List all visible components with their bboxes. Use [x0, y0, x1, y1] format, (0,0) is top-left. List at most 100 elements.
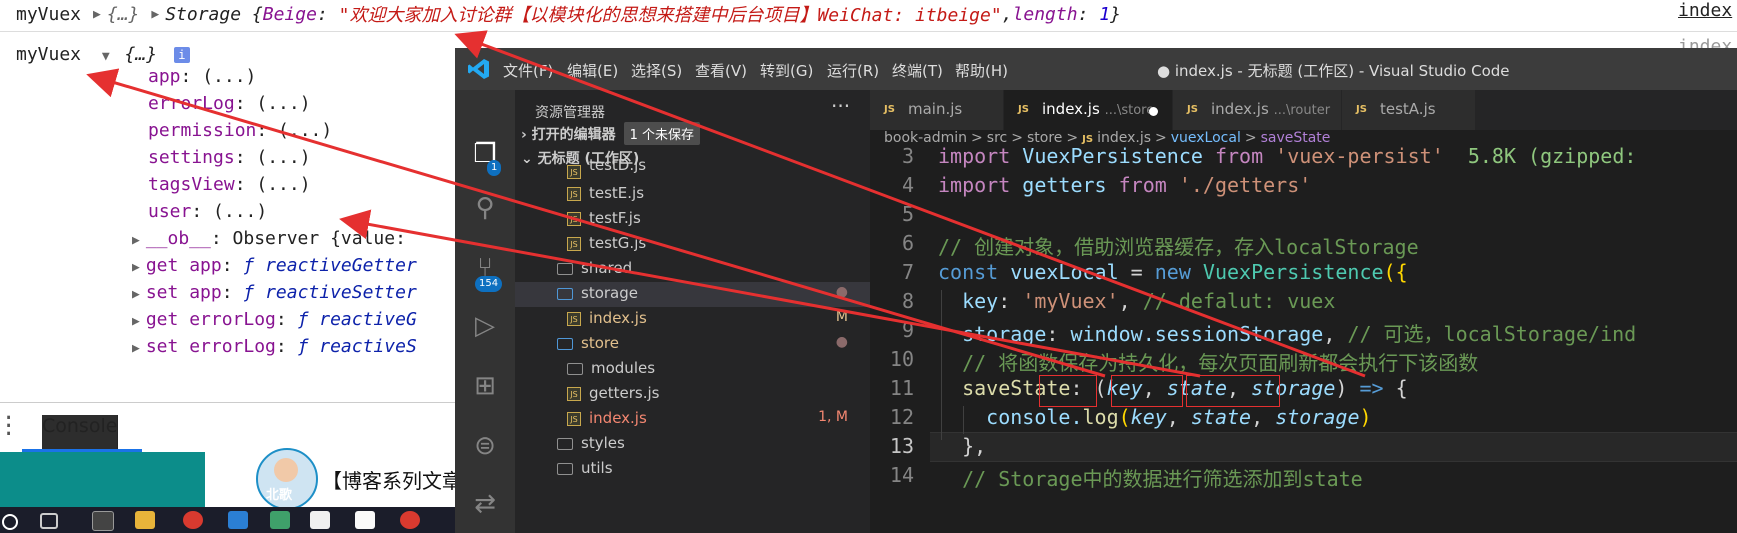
search-icon[interactable]	[2, 514, 18, 530]
comma: ,	[1001, 3, 1013, 25]
task-view-icon[interactable]	[40, 513, 58, 529]
tree-item[interactable]: modules	[515, 357, 870, 382]
extensions-icon[interactable]: ⊞	[471, 372, 499, 400]
object-prop[interactable]: permission: (...)	[148, 120, 332, 141]
vscode-taskbar-icon[interactable]	[228, 511, 248, 529]
object-subprop[interactable]: ▶ get app: ƒ reactiveGetter	[132, 255, 417, 276]
menu-edit[interactable]: 编辑(E)	[567, 60, 618, 81]
banner-text[interactable]: 【博客系列文章	[322, 465, 462, 494]
menu-terminal[interactable]: 终端(T)	[892, 60, 943, 81]
object-prop[interactable]: tagsView: (...)	[148, 174, 311, 195]
menu-help[interactable]: 帮助(H)	[955, 60, 1008, 81]
object-prop[interactable]: settings: (...)	[148, 147, 311, 168]
menu-run[interactable]: 运行(R)	[827, 60, 879, 81]
terminal-icon[interactable]	[92, 511, 114, 531]
drawer-menu-icon[interactable]: · · ·	[2, 408, 15, 446]
code-line[interactable]: import getters from './getters'	[938, 173, 1311, 197]
source-link[interactable]: index	[1678, 0, 1732, 21]
line-number: 10	[889, 347, 914, 371]
storage-label: Storage	[165, 3, 242, 25]
avatar[interactable]: 北歌	[256, 448, 318, 510]
activity-bar: ❐ 1 ⚲ ⑂ 154 ▷ ⊞ ⊜ ⇄	[455, 90, 515, 533]
open-editors-section[interactable]: › 打开的编辑器 1 个未保存	[521, 122, 701, 145]
app-icon[interactable]	[270, 511, 290, 529]
unsaved-dot-icon	[1149, 107, 1158, 116]
info-icon[interactable]: i	[173, 47, 190, 63]
line-number: 12	[889, 405, 914, 429]
unsaved-badge: 1 个未保存	[623, 122, 701, 145]
explorer-badge: 1	[487, 160, 502, 176]
object-subprop[interactable]: ▶ __ob__: Observer {value:	[132, 228, 406, 249]
tree-item[interactable]: styles	[515, 432, 870, 457]
tab-testa-js[interactable]: JS testA.js	[1342, 90, 1476, 130]
tree-item[interactable]: utils	[515, 457, 870, 482]
tab-index-js-router[interactable]: JS index.js ...\router	[1173, 90, 1342, 130]
tree-item[interactable]: JS index.js M	[515, 307, 870, 332]
code-line[interactable]: const vuexLocal = new VuexPersistence({	[938, 260, 1408, 284]
object-subprop[interactable]: ▶ set errorLog: ƒ reactiveS	[132, 336, 417, 357]
tree-item[interactable]: JS testE.js	[515, 182, 870, 207]
code-line[interactable]: import VuexPersistence from 'vuex-persis…	[938, 144, 1636, 168]
object-prop[interactable]: errorLog: (...)	[148, 93, 311, 114]
tree-item[interactable]: shared	[515, 257, 870, 282]
search-icon[interactable]: ⚲	[471, 194, 499, 222]
object-prop[interactable]: user: (...)	[148, 201, 267, 222]
tab-main-js[interactable]: JS main.js	[870, 90, 1004, 130]
length-value: 1	[1099, 3, 1111, 25]
run-debug-icon[interactable]: ▷	[471, 312, 499, 340]
line-number: 11	[889, 376, 914, 400]
tree-item[interactable]: JS testF.js	[515, 207, 870, 232]
object-subprop[interactable]: ▶ get errorLog: ƒ reactiveG	[132, 309, 417, 330]
log-name: myVuex	[16, 3, 82, 25]
code-line[interactable]: storage: window.sessionStorage, // 可选，lo…	[938, 318, 1636, 347]
menu-file[interactable]: 文件(F)	[503, 60, 553, 81]
menu-go[interactable]: 转到(G)	[760, 60, 813, 81]
expand-triangle-icon[interactable]: ▶	[151, 7, 159, 22]
avatar-text: 北歌	[266, 488, 293, 503]
expand-triangle-icon[interactable]: ▶	[93, 7, 101, 22]
notepad-icon[interactable]	[310, 511, 330, 529]
object-name: myVuex	[16, 44, 82, 65]
tree-item[interactable]: JS getters.js	[515, 382, 870, 407]
object-prop[interactable]: app: (...)	[148, 66, 256, 87]
line-number: 3	[901, 144, 914, 168]
page-background-teal	[0, 452, 205, 507]
code-line[interactable]: // 将函数保存为持久化，每次页面刷新都会执行下该函数	[938, 347, 1478, 376]
chrome-icon[interactable]	[183, 511, 203, 529]
code-line[interactable]: // Storage中的数据进行筛选添加到state	[938, 463, 1363, 492]
line-number: 6	[901, 231, 914, 255]
brace-close: }	[1110, 3, 1121, 25]
code-line[interactable]: // 创建对象，借助浏览器缓存，存入localStorage	[938, 231, 1419, 260]
tree-item[interactable]: JS testG.js	[515, 232, 870, 257]
more-actions-icon[interactable]: ···	[831, 94, 850, 118]
menu-view[interactable]: 查看(V)	[695, 60, 747, 81]
tree-item[interactable]: storage ●	[515, 282, 870, 307]
vscode-logo-icon	[468, 59, 489, 79]
menu-selection[interactable]: 选择(S)	[631, 60, 682, 81]
object-subprop[interactable]: ▶ set app: ƒ reactiveSetter	[132, 282, 417, 303]
storage-value: "欢迎大家加入讨论群【以模块化的思想来搭建中后台项目】WeiChat: itbe…	[338, 5, 1002, 26]
code-line[interactable]: console.log(key, state, storage)	[938, 405, 1371, 429]
console-drawer-bar: · · · Console	[0, 402, 460, 455]
tree-item[interactable]: JS index.js 1, M	[515, 407, 870, 432]
tree-item[interactable]: store ●	[515, 332, 870, 357]
current-line-highlight	[930, 432, 1737, 462]
editor-tabs: JS main.js JS index.js ...\store JS index.j…	[870, 90, 1737, 130]
collapse-triangle-icon[interactable]: ▼	[102, 49, 110, 64]
tab-index-js-store[interactable]: JS index.js ...\store	[1004, 90, 1173, 130]
line-number: 13	[889, 434, 914, 458]
window-title: ● index.js - 无标题 (工作区) - Visual Studio C…	[1157, 62, 1510, 80]
folder-icon[interactable]	[135, 511, 155, 529]
live-share-icon[interactable]: ⇄	[471, 490, 499, 518]
console-log-line[interactable]: myVuex ▶ {…} ▶ Storage { Beige: "欢迎大家加入讨…	[16, 0, 1121, 28]
remote-icon[interactable]: ⊜	[471, 432, 499, 460]
expanded-object-header[interactable]: myVuex ▼ {…} i	[16, 44, 190, 65]
chrome-icon-2[interactable]	[400, 511, 420, 529]
typora-icon[interactable]	[355, 511, 375, 529]
line-number: 9	[901, 318, 914, 342]
code-line[interactable]: key: 'myVuex', // defalut: vuex	[938, 289, 1335, 313]
log-obj-summary: {…}	[106, 3, 140, 25]
avatar-face	[274, 458, 298, 482]
console-separator	[0, 31, 1737, 32]
code-line[interactable]: },	[938, 434, 986, 458]
